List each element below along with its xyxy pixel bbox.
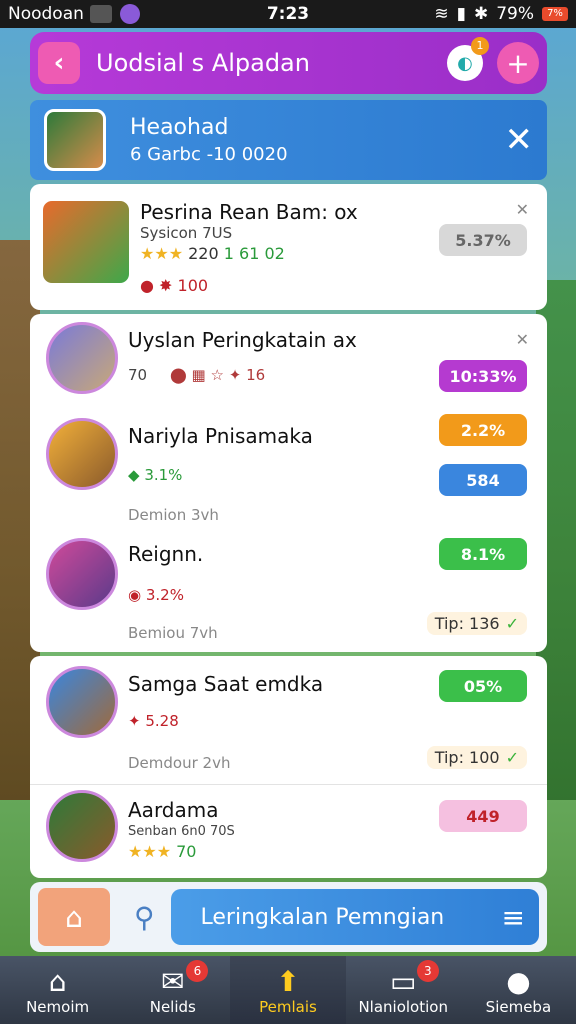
badge: 6 xyxy=(186,960,209,982)
player-rating: ★★★ xyxy=(128,842,172,861)
player-system: Senban 6n0 70S xyxy=(128,824,235,839)
mail-icon: ✉ xyxy=(161,964,185,998)
player-name: Reignn. xyxy=(128,542,204,566)
nav-label: Siemeba xyxy=(485,997,552,1016)
page-title: Uodsial ѕ Alpadan xyxy=(96,49,310,77)
signal-icon: ▮ xyxy=(456,4,466,24)
player-tip: Tip: 136 ✓ xyxy=(426,612,527,635)
featured-gem: 100 xyxy=(177,276,209,295)
battery-icon: 7% xyxy=(542,7,568,21)
search-icon[interactable]: ⚲ xyxy=(134,901,155,934)
player-rank: 70 xyxy=(128,366,148,384)
player-name: Samga Saat emdka xyxy=(128,672,324,696)
featured-score-b: 1 61 02 xyxy=(223,244,285,263)
action-bar: ⌂ ⚲ Leringkalan Pemngian ≡ xyxy=(30,882,547,952)
featured-system: Sysicon 7US xyxy=(140,224,233,242)
leaderboard-label: Leringkalan Pemngian xyxy=(200,904,445,930)
list-item[interactable]: Samga Saat emdka ✦ 5.28 05% Demdour 2vh … xyxy=(30,656,547,778)
user-name: Heaohad xyxy=(130,115,229,140)
add-button[interactable]: + xyxy=(497,42,539,84)
clock: 7:23 xyxy=(266,4,310,24)
rank-icon: ⬆ xyxy=(276,964,300,998)
profile-icon: ● xyxy=(506,964,531,998)
player-pill[interactable]: 2.2% xyxy=(439,414,527,446)
list-card-2: Samga Saat emdka ✦ 5.28 05% Demdour 2vh … xyxy=(30,656,547,878)
player-score: 70 xyxy=(176,842,197,861)
nav-item-messages[interactable]: ✉ 6 Nelids xyxy=(115,956,230,1024)
player-pill[interactable]: 10:33% xyxy=(439,360,527,392)
user-avatar[interactable] xyxy=(44,109,106,171)
wifi-icon: ≋ xyxy=(434,4,449,24)
menu-icon[interactable]: ≡ xyxy=(502,901,525,934)
featured-name: Pesrina Rean Bam: ox xyxy=(140,200,358,224)
photo-icon xyxy=(89,5,112,23)
list-card-1: Uyslan Peringkatain ax 70 ⬤ ▦ ☆ ✦ 16 ✕ 1… xyxy=(30,314,547,652)
chat-icon: ◐ xyxy=(457,52,473,74)
reward-icons: ⬤ ▦ ☆ ✦ 16 xyxy=(170,366,266,384)
player-meta-2: Bemiou 7vh xyxy=(128,624,218,642)
player-avatar xyxy=(46,790,118,862)
home-icon: ⌂ xyxy=(48,964,67,998)
player-points: ◉ 3.2% xyxy=(128,586,184,604)
list-item[interactable]: Reignn. ◉ 3.2% 8.1% Bemiou 7vh Tip: 136 ✓ xyxy=(30,532,547,652)
nav-item-rank[interactable]: ⬆ Pemlais xyxy=(230,956,346,1024)
player-name: Aardama xyxy=(128,798,219,822)
top-bar: ‹ Uodsial ѕ Alpadan ◐ 1 + xyxy=(30,32,547,94)
player-pill[interactable]: 449 xyxy=(439,800,527,832)
chat-badge: 1 xyxy=(471,37,489,55)
divider xyxy=(30,784,547,785)
list-item[interactable]: Nariyla Pnisamaka ◆ 3.1% 2.2% 584 Demion… xyxy=(30,414,547,532)
user-subtitle: 6 Garbc -10 0020 xyxy=(130,144,288,165)
app-icon xyxy=(119,4,140,24)
home-button[interactable]: ⌂ xyxy=(38,888,110,946)
player-pill[interactable]: 05% xyxy=(439,670,527,702)
player-points: ◆ 3.1% xyxy=(128,466,183,484)
back-button[interactable]: ‹ xyxy=(38,42,80,84)
nav-label: Nelids xyxy=(149,997,196,1016)
player-avatar xyxy=(46,322,118,394)
player-avatar xyxy=(46,538,118,610)
device-icon: ▭ xyxy=(389,964,417,998)
nav-item-profile[interactable]: ● Siemeba xyxy=(461,956,576,1024)
featured-pill[interactable]: 5.37% xyxy=(439,224,527,256)
status-bar: Noodoan 7:23 ≋ ▮ ✱ 79% 7% xyxy=(0,0,576,28)
player-tip: Tip: 100 ✓ xyxy=(426,746,527,769)
nav-item-notifications[interactable]: ▭ 3 Nlaniolotion xyxy=(346,956,461,1024)
player-pill[interactable]: 8.1% xyxy=(439,538,527,570)
list-item[interactable]: Uyslan Peringkatain ax 70 ⬤ ▦ ☆ ✦ 16 ✕ 1… xyxy=(30,314,547,414)
featured-avatar xyxy=(40,198,132,286)
player-points: ✦ 5.28 xyxy=(128,712,179,730)
player-name: Nariyla Pnisamaka xyxy=(128,424,313,448)
badge: 3 xyxy=(416,960,439,982)
featured-card[interactable]: Pesrina Rean Bam: ox Sysicon 7US ★★★ 220… xyxy=(30,184,547,310)
player-avatar xyxy=(46,418,118,490)
dismiss-icon[interactable]: ✕ xyxy=(516,330,529,349)
chat-button[interactable]: ◐ 1 xyxy=(447,37,489,81)
player-meta: Demdour 2vh xyxy=(128,754,231,772)
player-meta: Demion 3vh xyxy=(128,506,219,524)
featured-score: 220 xyxy=(188,244,219,263)
nav-label: Nlaniolotion xyxy=(358,997,448,1016)
featured-rating: ★★★ xyxy=(140,244,184,263)
nav-label: Pemlais xyxy=(259,997,317,1016)
bluetooth-icon: ✱ xyxy=(473,4,489,24)
gem-icon: ● ✸ xyxy=(140,276,173,295)
carrier: Noodoan xyxy=(8,4,84,24)
nav-label: Nemoim xyxy=(26,997,90,1016)
bottom-nav: ⌂ Nemoim ✉ 6 Nelids ⬆ Pemlais ▭ 3 Nlanio… xyxy=(0,956,576,1024)
battery-text: 79% xyxy=(496,4,534,24)
user-bar[interactable]: Heaohad 6 Garbc -10 0020 ✕ xyxy=(30,100,547,180)
player-pill-2[interactable]: 584 xyxy=(439,464,527,496)
dismiss-icon[interactable]: ✕ xyxy=(516,200,529,219)
leaderboard-button[interactable]: Leringkalan Pemngian ≡ xyxy=(170,889,539,945)
player-avatar xyxy=(46,666,118,738)
player-name: Uyslan Peringkatain ax xyxy=(128,328,357,352)
close-button[interactable]: ✕ xyxy=(505,120,534,160)
list-item[interactable]: Aardama Senban 6n0 70S ★★★ 70 449 xyxy=(30,786,547,878)
nav-item-home[interactable]: ⌂ Nemoim xyxy=(0,956,115,1024)
